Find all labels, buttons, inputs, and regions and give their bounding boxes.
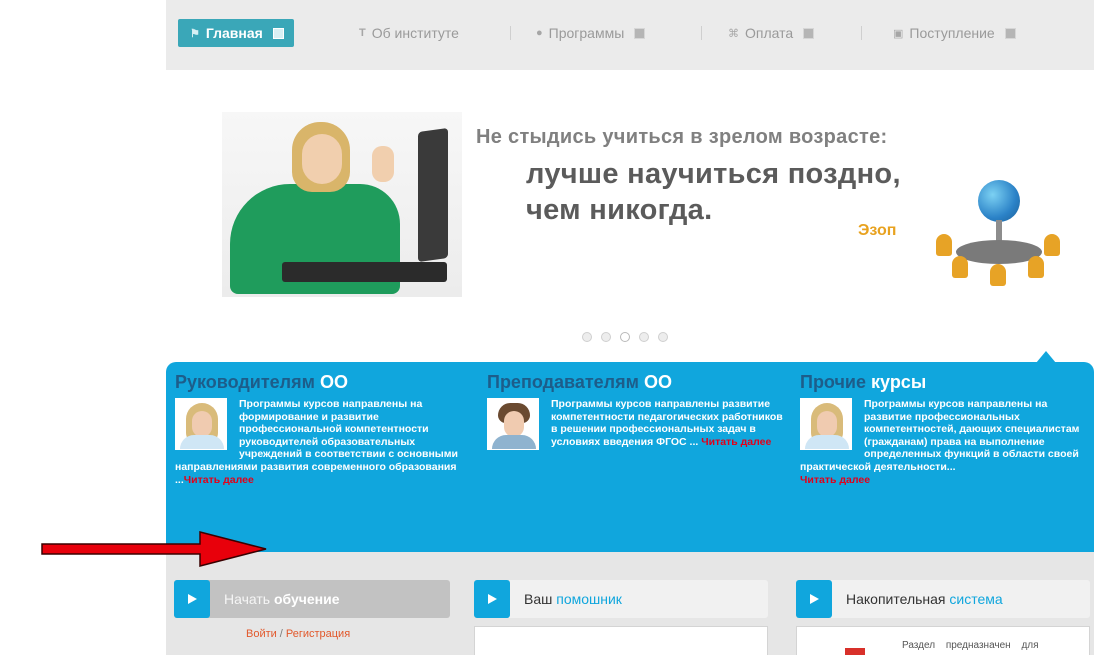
dropdown-icon[interactable] [803, 27, 815, 39]
dropdown-icon[interactable] [634, 27, 646, 39]
dropdown-icon[interactable] [1004, 27, 1016, 39]
nav-item-label: Оплата [745, 25, 794, 41]
avatar [800, 398, 852, 450]
nav-divider [701, 26, 702, 40]
slider-dot[interactable] [582, 332, 592, 342]
nav-item-label: Поступление [909, 25, 995, 41]
accumulative-text: Раздел предназначен для [902, 640, 1039, 651]
card-image [845, 648, 865, 655]
read-more-link[interactable]: Читать далее [184, 474, 254, 486]
nav-item-label: Программы [548, 25, 625, 41]
slider-dots [582, 332, 668, 342]
section-title[interactable]: Руководителям ОО [175, 372, 475, 393]
login-links: Войти / Регистрация [246, 628, 351, 640]
banner-photo-woman-thumbs-up [222, 112, 462, 297]
text-icon: T [359, 27, 366, 39]
page: ⚑ Главная T Об институте ● Программы ⌘ О… [0, 0, 1094, 655]
accumulative-panel[interactable]: Накопительная система [796, 580, 1090, 618]
slider-dot[interactable] [601, 332, 611, 342]
top-nav: ⚑ Главная T Об институте ● Программы ⌘ О… [166, 0, 1094, 70]
read-more-link[interactable]: Читать далее [701, 436, 771, 448]
section-teachers: Преподавателям ОО Программы курсов напра… [487, 372, 789, 452]
slider-dot[interactable] [639, 332, 649, 342]
play-icon[interactable] [796, 580, 832, 618]
nav-item-label: Главная [205, 25, 263, 41]
section-managers: Руководителям ОО Программы курсов направ… [175, 372, 475, 486]
panel-title: Начать обучение [224, 591, 340, 607]
document-icon: ▣ [893, 27, 904, 40]
panel-title: Ваш помошник [524, 591, 622, 607]
home-icon: ⚑ [190, 27, 200, 40]
login-link[interactable]: Войти [246, 628, 277, 640]
slider-dot-active[interactable] [620, 332, 630, 342]
section-text: Программы курсов направлены на развитие … [800, 398, 1080, 486]
quote-line-3: чем никогда. [526, 194, 713, 226]
read-more-link[interactable]: Читать далее [800, 474, 870, 486]
coin-icon: ⌘ [728, 27, 739, 40]
register-link[interactable]: Регистрация [286, 628, 350, 640]
section-title[interactable]: Прочие курсы [800, 372, 1090, 393]
start-learning-panel[interactable]: Начать обучение [174, 580, 450, 618]
nav-item-programs[interactable]: ● Программы [536, 19, 646, 47]
helper-card [474, 626, 768, 655]
pin-icon: ● [536, 27, 543, 39]
nav-item-home[interactable]: ⚑ Главная [178, 19, 294, 47]
quote-line-1: Не стыдись учиться в зрелом возрасте: [476, 126, 888, 148]
avatar [175, 398, 227, 450]
nav-item-about[interactable]: T Об институте [359, 19, 459, 47]
nav-divider [861, 26, 862, 40]
nav-item-label: Об институте [371, 25, 459, 41]
nav-item-admission[interactable]: ▣ Поступление [893, 19, 1016, 47]
slider-dot[interactable] [658, 332, 668, 342]
quote-line-2: лучше научиться поздно, [526, 158, 901, 190]
red-arrow-annotation [41, 531, 267, 567]
quote-author: Эзоп [858, 222, 897, 239]
play-icon[interactable] [474, 580, 510, 618]
panel-title: Накопительная система [846, 591, 1003, 607]
nav-divider [510, 26, 511, 40]
globe-people-illustration [936, 180, 1061, 290]
section-text: Программы курсов направлены развитие ком… [487, 398, 789, 450]
dropdown-icon[interactable] [272, 27, 284, 39]
nav-item-payment[interactable]: ⌘ Оплата [728, 19, 815, 47]
helper-panel[interactable]: Ваш помошник [474, 580, 768, 618]
audience-section: Руководителям ОО Программы курсов направ… [166, 362, 1094, 552]
avatar [487, 398, 539, 450]
section-other-courses: Прочие курсы Программы курсов направлены… [800, 372, 1090, 486]
section-text: Программы курсов направлены на формирова… [175, 398, 458, 486]
hero-slider: Не стыдись учиться в зрелом возрасте: лу… [166, 70, 1094, 362]
section-title[interactable]: Преподавателям ОО [487, 372, 789, 393]
play-icon[interactable] [174, 580, 210, 618]
